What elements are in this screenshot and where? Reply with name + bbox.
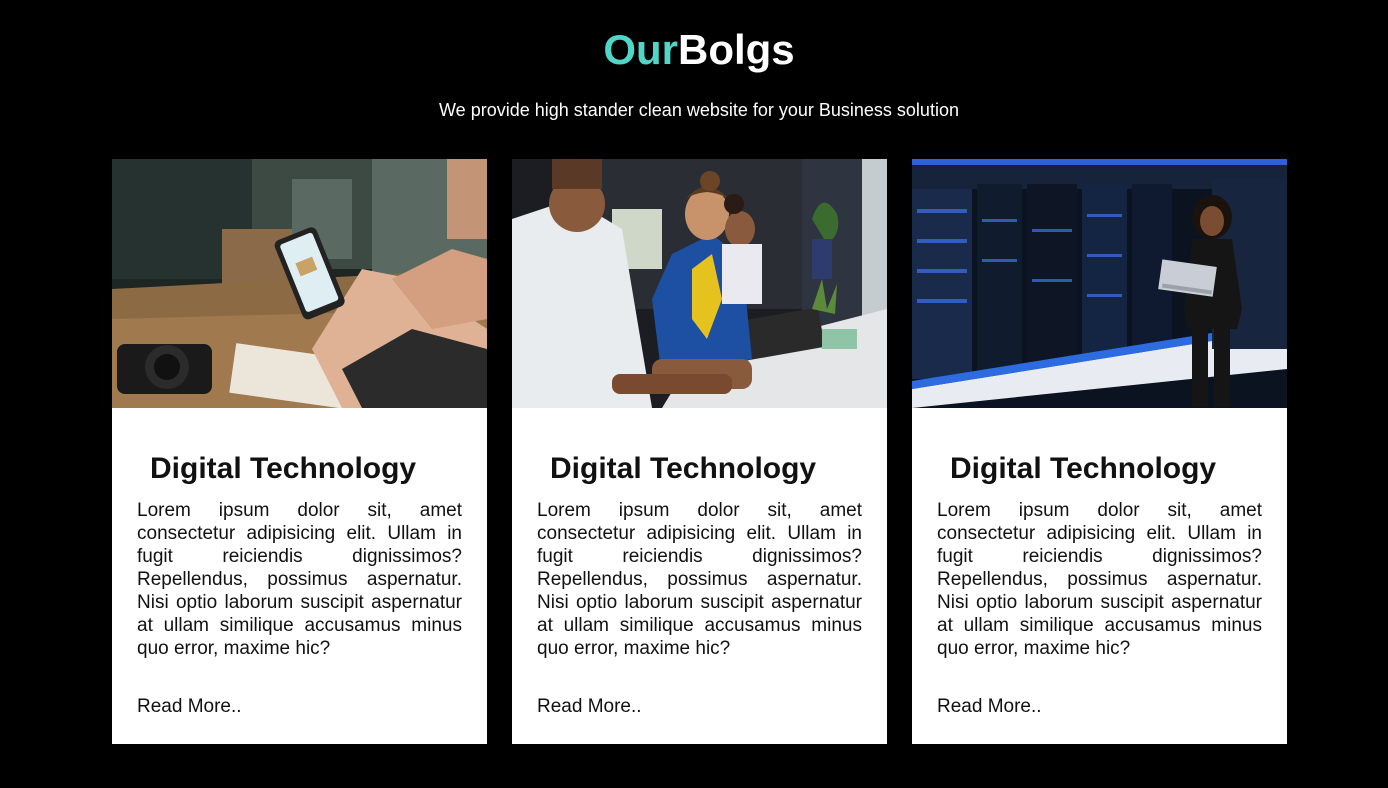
blog-card: Digital Technology Lorem ipsum dolor sit…	[912, 159, 1287, 744]
read-more-link[interactable]: Read More..	[137, 695, 242, 719]
blog-card: Digital Technology Lorem ipsum dolor sit…	[112, 159, 487, 744]
card-title: Digital Technology	[950, 452, 1217, 485]
title-rest: Bolgs	[678, 26, 795, 73]
section-subtitle: We provide high stander clean website fo…	[439, 100, 959, 120]
blog-section: OurBolgs We provide high stander clean w…	[0, 0, 1388, 788]
title-accent: Our	[603, 26, 678, 73]
section-title: OurBolgs	[0, 24, 1388, 76]
card-text: Lorem ipsum dolor sit, amet consectetur …	[937, 500, 1262, 659]
card-title: Digital Technology	[150, 452, 417, 485]
card-text: Lorem ipsum dolor sit, amet consectetur …	[137, 500, 462, 659]
card-image-office	[512, 159, 887, 408]
card-image-server-room	[912, 159, 1287, 408]
blog-cards: Digital Technology Lorem ipsum dolor sit…	[112, 159, 1287, 744]
card-text: Lorem ipsum dolor sit, amet consectetur …	[537, 500, 862, 659]
card-image-smartphone	[112, 159, 487, 408]
read-more-link[interactable]: Read More..	[537, 695, 642, 719]
blog-card: Digital Technology Lorem ipsum dolor sit…	[512, 159, 887, 744]
card-title: Digital Technology	[550, 452, 817, 485]
read-more-link[interactable]: Read More..	[937, 695, 1042, 719]
